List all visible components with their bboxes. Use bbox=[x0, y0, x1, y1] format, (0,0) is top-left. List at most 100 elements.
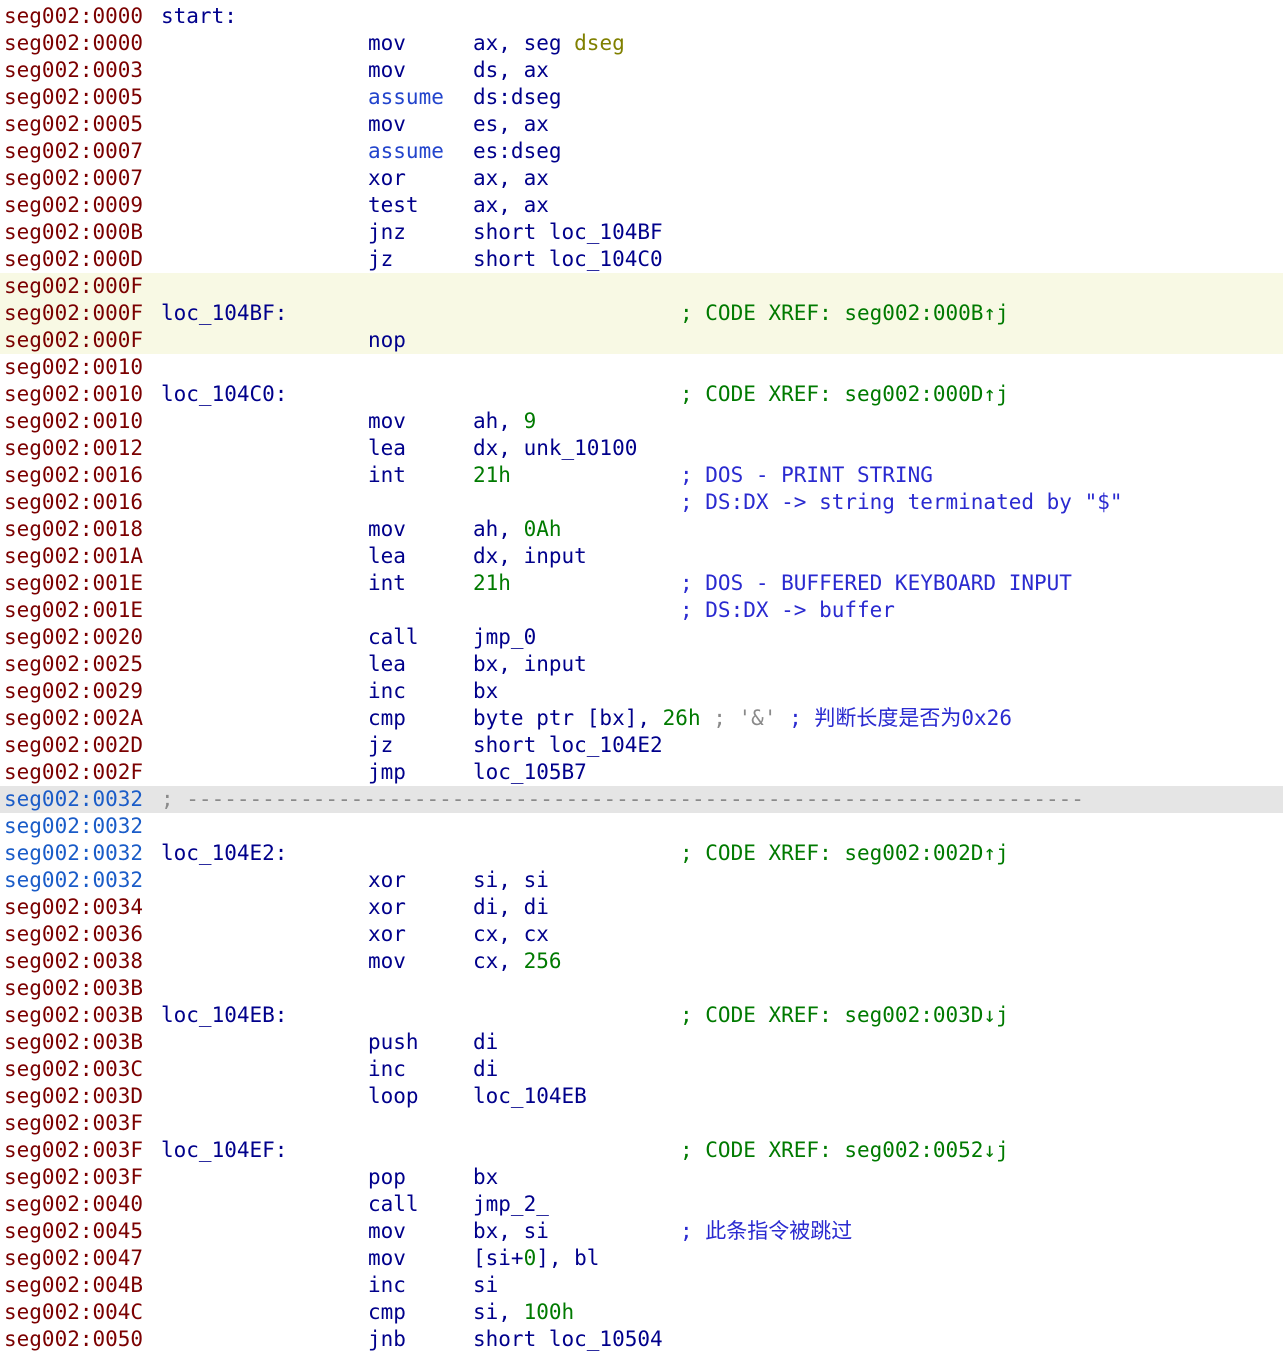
line-address[interactable]: seg002:003F bbox=[4, 1164, 143, 1191]
listing-line[interactable]: seg002:0016 int 21h ; DOS - PRINT STRING bbox=[0, 462, 1283, 489]
instruction-mnemonic[interactable]: assume bbox=[368, 138, 444, 165]
instruction-operands[interactable]: loc_104EB bbox=[473, 1083, 587, 1110]
instruction-operands[interactable]: short loc_104BF bbox=[473, 219, 663, 246]
instruction-mnemonic[interactable]: jnb bbox=[368, 1326, 406, 1353]
instruction-mnemonic[interactable]: jz bbox=[368, 732, 393, 759]
line-address[interactable]: seg002:000F bbox=[4, 300, 143, 327]
instruction-operands[interactable]: ax, ax bbox=[473, 165, 549, 192]
instruction-mnemonic[interactable]: loop bbox=[368, 1083, 419, 1110]
instruction-mnemonic[interactable]: mov bbox=[368, 30, 406, 57]
line-address[interactable]: seg002:002D bbox=[4, 732, 143, 759]
listing-line[interactable]: seg002:002A cmp byte ptr [bx], 26h ; '&' ;… bbox=[0, 705, 1283, 732]
line-address[interactable]: seg002:001E bbox=[4, 597, 143, 624]
listing-line[interactable]: seg002:004B inc si bbox=[0, 1272, 1283, 1299]
line-address[interactable]: seg002:0007 bbox=[4, 165, 143, 192]
instruction-mnemonic[interactable]: pop bbox=[368, 1164, 406, 1191]
line-address[interactable]: seg002:004C bbox=[4, 1299, 143, 1326]
listing-line[interactable]: seg002:001E ; DS:DX -> buffer bbox=[0, 597, 1283, 624]
instruction-operands[interactable]: loc_105B7 bbox=[473, 759, 587, 786]
listing-line[interactable]: seg002:0032 bbox=[0, 813, 1283, 840]
instruction-operands[interactable]: cx, cx bbox=[473, 921, 549, 948]
instruction-operands[interactable]: ah, 9 bbox=[473, 408, 536, 435]
line-address[interactable]: seg002:003D bbox=[4, 1083, 143, 1110]
instruction-mnemonic[interactable]: int bbox=[368, 462, 406, 489]
instruction-mnemonic[interactable]: xor bbox=[368, 921, 406, 948]
line-address[interactable]: seg002:001E bbox=[4, 570, 143, 597]
line-address[interactable]: seg002:000B bbox=[4, 219, 143, 246]
listing-line[interactable]: seg002:003D loop loc_104EB bbox=[0, 1083, 1283, 1110]
listing-line[interactable]: seg002:0007 xor ax, ax bbox=[0, 165, 1283, 192]
listing-line[interactable]: seg002:002F jmp loc_105B7 bbox=[0, 759, 1283, 786]
listing-line[interactable]: seg002:003F pop bx bbox=[0, 1164, 1283, 1191]
listing-line[interactable]: seg002:004C cmp si, 100h bbox=[0, 1299, 1283, 1326]
instruction-mnemonic[interactable]: mov bbox=[368, 57, 406, 84]
line-address[interactable]: seg002:003F bbox=[4, 1137, 143, 1164]
listing-line[interactable]: seg002:0029 inc bx bbox=[0, 678, 1283, 705]
instruction-mnemonic[interactable]: lea bbox=[368, 651, 406, 678]
instruction-mnemonic[interactable]: mov bbox=[368, 516, 406, 543]
operand-token[interactable]: jmp_0 bbox=[473, 625, 536, 649]
operand-token[interactable]: short loc_10504 bbox=[473, 1327, 663, 1351]
listing-line[interactable]: seg002:002D jz short loc_104E2 bbox=[0, 732, 1283, 759]
listing-line[interactable]: seg002:0003 mov ds, ax bbox=[0, 57, 1283, 84]
line-address[interactable]: seg002:0040 bbox=[4, 1191, 143, 1218]
code-label[interactable]: loc_104EF: bbox=[161, 1137, 287, 1164]
line-address[interactable]: seg002:0034 bbox=[4, 894, 143, 921]
listing-line[interactable]: seg002:003F bbox=[0, 1110, 1283, 1137]
instruction-operands[interactable]: short loc_10504 bbox=[473, 1326, 663, 1353]
instruction-mnemonic[interactable]: int bbox=[368, 570, 406, 597]
instruction-mnemonic[interactable]: nop bbox=[368, 327, 406, 354]
instruction-operands[interactable]: bx, input bbox=[473, 651, 587, 678]
instruction-operands[interactable]: si bbox=[473, 1272, 498, 1299]
listing-line[interactable]: seg002:0025 lea bx, input bbox=[0, 651, 1283, 678]
code-label[interactable]: loc_104BF: bbox=[161, 300, 287, 327]
instruction-operands[interactable]: di bbox=[473, 1029, 498, 1056]
listing-line[interactable]: seg002:0032 loc_104E2: ; CODE XREF: seg002… bbox=[0, 840, 1283, 867]
line-address[interactable]: seg002:0005 bbox=[4, 111, 143, 138]
listing-line[interactable]: seg002:0018 mov ah, 0Ah bbox=[0, 516, 1283, 543]
instruction-mnemonic[interactable]: xor bbox=[368, 165, 406, 192]
listing-line[interactable]: seg002:0040 call jmp_2_ bbox=[0, 1191, 1283, 1218]
listing-line[interactable]: seg002:0045 mov bx, si ; 此条指令被跳过 bbox=[0, 1218, 1283, 1245]
line-address[interactable]: seg002:003F bbox=[4, 1110, 143, 1137]
line-address[interactable]: seg002:000F bbox=[4, 327, 143, 354]
instruction-operands[interactable]: jmp_2_ bbox=[473, 1191, 549, 1218]
instruction-mnemonic[interactable]: inc bbox=[368, 1272, 406, 1299]
instruction-operands[interactable]: byte ptr [bx], 26h ; '&' ; 判断长度是否为0x26 bbox=[473, 705, 1012, 732]
line-address[interactable]: seg002:001A bbox=[4, 543, 143, 570]
line-address[interactable]: seg002:0016 bbox=[4, 462, 143, 489]
instruction-operands[interactable]: si, si bbox=[473, 867, 549, 894]
instruction-operands[interactable]: bx, si bbox=[473, 1218, 549, 1245]
line-address[interactable]: seg002:002F bbox=[4, 759, 143, 786]
listing-line[interactable]: seg002:0050 jnb short loc_10504 bbox=[0, 1326, 1283, 1353]
listing-line[interactable]: seg002:0009 test ax, ax bbox=[0, 192, 1283, 219]
instruction-operands[interactable]: dx, input bbox=[473, 543, 587, 570]
instruction-mnemonic[interactable]: lea bbox=[368, 543, 406, 570]
instruction-mnemonic[interactable]: inc bbox=[368, 1056, 406, 1083]
instruction-operands[interactable]: short loc_104E2 bbox=[473, 732, 663, 759]
operand-token[interactable]: short loc_104C0 bbox=[473, 247, 663, 271]
instruction-mnemonic[interactable]: assume bbox=[368, 84, 444, 111]
listing-line[interactable]: seg002:003F loc_104EF: ; CODE XREF: seg002… bbox=[0, 1137, 1283, 1164]
code-label[interactable]: loc_104EB: bbox=[161, 1002, 287, 1029]
line-address[interactable]: seg002:0007 bbox=[4, 138, 143, 165]
listing-line[interactable]: seg002:0010 bbox=[0, 354, 1283, 381]
listing-line[interactable]: seg002:0012 lea dx, unk_10100 bbox=[0, 435, 1283, 462]
instruction-mnemonic[interactable]: mov bbox=[368, 111, 406, 138]
instruction-mnemonic[interactable]: test bbox=[368, 192, 419, 219]
listing-line[interactable]: seg002:000F nop bbox=[0, 327, 1283, 354]
instruction-mnemonic[interactable]: cmp bbox=[368, 1299, 406, 1326]
line-address[interactable]: seg002:004B bbox=[4, 1272, 143, 1299]
line-address[interactable]: seg002:0012 bbox=[4, 435, 143, 462]
instruction-operands[interactable]: di, di bbox=[473, 894, 549, 921]
instruction-mnemonic[interactable]: mov bbox=[368, 1245, 406, 1272]
listing-line[interactable]: seg002:0032 ; ---------------------------… bbox=[0, 786, 1283, 813]
line-address[interactable]: seg002:0032 bbox=[4, 867, 143, 894]
line-address[interactable]: seg002:0045 bbox=[4, 1218, 143, 1245]
instruction-operands[interactable]: short loc_104C0 bbox=[473, 246, 663, 273]
operand-token[interactable]: loc_105B7 bbox=[473, 760, 587, 784]
listing-line[interactable]: seg002:003B push di bbox=[0, 1029, 1283, 1056]
instruction-mnemonic[interactable]: call bbox=[368, 1191, 419, 1218]
line-address[interactable]: seg002:0032 bbox=[4, 840, 143, 867]
listing-line[interactable]: seg002:0005 mov es, ax bbox=[0, 111, 1283, 138]
